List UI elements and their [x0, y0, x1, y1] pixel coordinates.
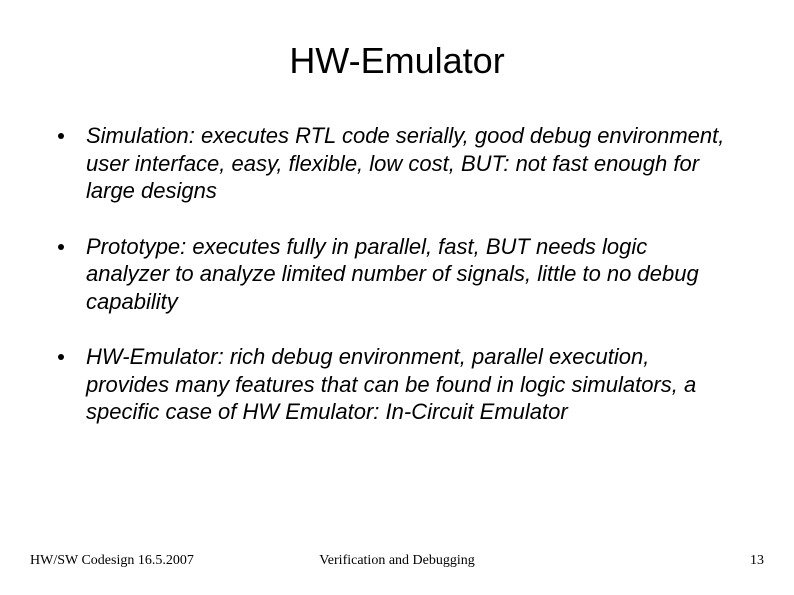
list-item: Simulation: executes RTL code serially, … — [58, 122, 736, 205]
list-item: Prototype: executes fully in parallel, f… — [58, 233, 736, 316]
bullet-text: Simulation: executes RTL code serially, … — [86, 122, 736, 205]
bullet-icon — [58, 133, 64, 139]
footer-left: HW/SW Codesign 16.5.2007 — [30, 553, 194, 569]
slide-footer: HW/SW Codesign 16.5.2007 Verification an… — [30, 553, 764, 569]
footer-center: Verification and Debugging — [319, 553, 475, 569]
slide-title: HW-Emulator — [30, 40, 764, 82]
bullet-icon — [58, 244, 64, 250]
bullet-text: HW-Emulator: rich debug environment, par… — [86, 343, 736, 426]
footer-page-number: 13 — [750, 553, 764, 569]
list-item: HW-Emulator: rich debug environment, par… — [58, 343, 736, 426]
slide-content: Simulation: executes RTL code serially, … — [30, 122, 764, 426]
bullet-text: Prototype: executes fully in parallel, f… — [86, 233, 736, 316]
bullet-icon — [58, 354, 64, 360]
